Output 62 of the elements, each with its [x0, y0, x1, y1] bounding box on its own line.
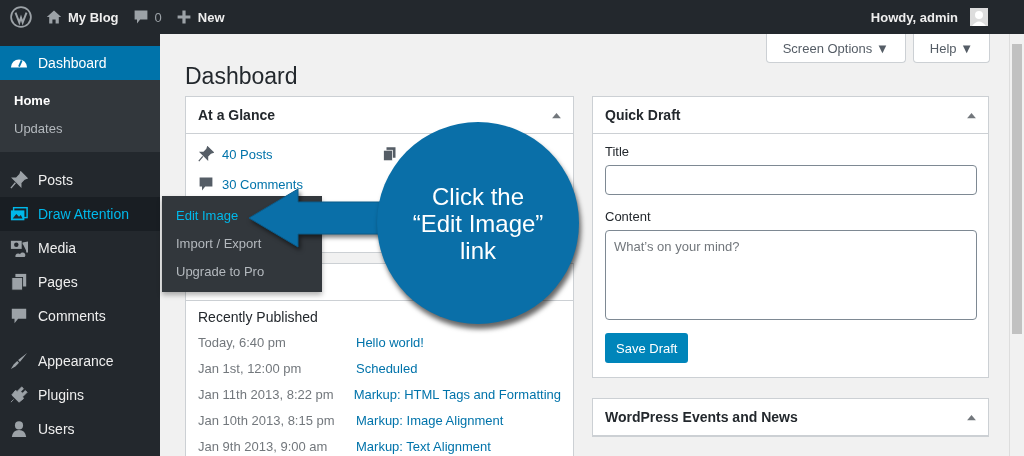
post-date: Jan 11th 2013, 8:22 pm: [198, 386, 335, 402]
pin-icon: [10, 171, 28, 189]
pages-icon: [382, 146, 397, 162]
speech-bubble-icon: [132, 9, 149, 25]
help-button[interactable]: Help ▼: [912, 34, 990, 63]
flyout-item[interactable]: Import / Export: [162, 230, 266, 258]
callout-text: Click the “Edit Image” link: [412, 182, 544, 264]
scrollbar[interactable]: [1009, 34, 1024, 456]
wordpress-logo-icon[interactable]: [10, 6, 32, 28]
collapse-icon[interactable]: [552, 111, 561, 119]
flyout-item[interactable]: Upgrade to Pro: [162, 258, 269, 286]
pin-icon: [198, 146, 214, 162]
menu-item[interactable]: Dashboard: [0, 46, 160, 80]
menu-item[interactable]: Users: [0, 412, 160, 446]
menu-item[interactable]: Posts: [0, 163, 160, 197]
avatar-icon: [970, 8, 988, 26]
menu-item[interactable]: Draw Attention: [0, 197, 160, 231]
plus-icon: [175, 9, 192, 25]
house-icon: [46, 9, 62, 25]
account-link[interactable]: Howdy, admin: [870, 8, 988, 26]
post-link[interactable]: Markup: Text Alignment: [356, 438, 491, 454]
title-field[interactable]: [605, 165, 977, 195]
menu-item[interactable]: Plugins: [0, 378, 160, 412]
collapse-icon[interactable]: [967, 413, 976, 421]
post-date: Jan 1st, 12:00 pm: [198, 360, 303, 376]
panel-title: At a Glance: [198, 107, 276, 123]
glance-link[interactable]: 40 Posts: [198, 139, 273, 169]
post-date: Jan 10th 2013, 8:15 pm: [198, 412, 336, 428]
flyout-item[interactable]: Edit Image: [162, 202, 243, 230]
bubble-icon: [10, 307, 28, 325]
save-draft-button[interactable]: Save Draft: [605, 333, 689, 363]
post-date: Jan 9th 2013, 9:00 am: [198, 438, 329, 454]
panel-title: Quick Draft: [605, 107, 681, 123]
menu-item[interactable]: Comments: [0, 299, 160, 333]
section-heading: Recently Published: [198, 308, 319, 327]
comments-link[interactable]: 0: [132, 9, 162, 25]
user-icon: [10, 420, 28, 438]
post-link[interactable]: Scheduled: [356, 360, 418, 376]
media-icon: [10, 239, 28, 257]
screen-options-button[interactable]: Screen Options ▼: [765, 34, 906, 63]
menu-item[interactable]: Media: [0, 231, 160, 265]
page-title: Dashboard: [185, 63, 299, 91]
new-link[interactable]: New: [175, 9, 225, 25]
field-label: Content: [605, 209, 651, 224]
site-link[interactable]: My Blog: [46, 9, 119, 25]
post-link[interactable]: Markup: Image Alignment: [356, 412, 504, 428]
content-field[interactable]: What’s on your mind?: [605, 230, 977, 320]
field-label: Title: [605, 144, 630, 159]
pages-icon: [10, 273, 28, 291]
post-link[interactable]: Markup: HTML Tags and Formatting: [353, 386, 561, 402]
menu-item[interactable]: Appearance: [0, 344, 160, 378]
plug-icon: [10, 386, 28, 404]
menu-item[interactable]: Pages: [0, 265, 160, 299]
collapse-icon[interactable]: [967, 111, 976, 119]
glance-link[interactable]: 30 Comments: [198, 169, 303, 199]
speech-bubble-icon: [198, 176, 214, 192]
submenu-item[interactable]: Updates: [0, 115, 67, 143]
panel-title: WordPress Events and News: [605, 409, 798, 425]
image-icon: [10, 205, 28, 223]
post-date: Today, 6:40 pm: [198, 334, 287, 350]
submenu-item[interactable]: Home: [0, 87, 55, 115]
post-link[interactable]: Hello world!: [356, 334, 424, 350]
